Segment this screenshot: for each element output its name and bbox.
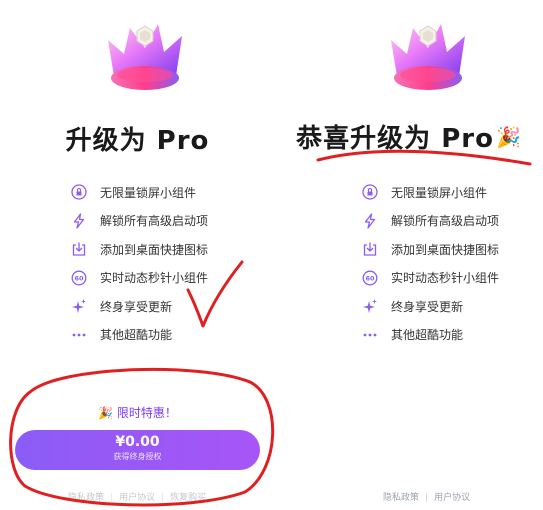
feature-label: 终身享受更新 <box>391 299 464 314</box>
svg-text:60: 60 <box>365 274 375 282</box>
divider: | <box>110 493 114 503</box>
feature-label: 无限量锁屏小组件 <box>100 185 197 200</box>
list-item: 添加到桌面快捷图标 <box>70 235 208 264</box>
list-item: 其他超酷功能 <box>70 321 208 350</box>
feature-label: 添加到桌面快捷图标 <box>100 242 209 257</box>
sparkle-icon <box>70 297 88 315</box>
feature-label: 其他超酷功能 <box>391 328 464 343</box>
restore-purchase-link[interactable]: 恢复购买 <box>170 493 206 503</box>
list-item: 终身享受更新 <box>361 292 499 321</box>
feature-label: 其他超酷功能 <box>100 328 173 343</box>
feature-label: 无限量锁屏小组件 <box>391 185 488 200</box>
feature-label: 解锁所有高级启动项 <box>100 214 209 229</box>
pro-success-panel: 恭喜升级为 Pro 🎉 无限量锁屏小组件 解锁所有高级启动项 添加到桌面快捷图标 … <box>275 0 543 510</box>
list-item: 60 实时动态秒针小组件 <box>361 264 499 293</box>
list-item: 60 实时动态秒针小组件 <box>70 264 208 293</box>
purchase-button[interactable]: ¥0.00 获得终身授权 <box>15 430 260 470</box>
feature-label: 实时动态秒针小组件 <box>391 271 500 286</box>
more-dots-icon <box>70 326 88 344</box>
list-item: 添加到桌面快捷图标 <box>361 235 499 264</box>
crown-icon <box>108 24 182 90</box>
lightning-icon <box>70 212 88 230</box>
user-agreement-link[interactable]: 用户协议 <box>119 493 155 503</box>
party-popper-icon: 🎉 <box>495 125 522 149</box>
feature-label: 添加到桌面快捷图标 <box>391 242 500 257</box>
divider: | <box>425 493 429 503</box>
privacy-policy-link[interactable]: 隐私政策 <box>383 493 419 503</box>
feature-label: 解锁所有高级启动项 <box>391 214 500 229</box>
list-item: 无限量锁屏小组件 <box>361 178 499 207</box>
footer-links: 隐私政策 | 用户协议 | 恢复购买 <box>68 490 206 503</box>
sparkle-icon <box>361 297 379 315</box>
title-text: 恭喜升级为 Pro <box>296 124 494 154</box>
divider: | <box>161 493 165 503</box>
download-icon <box>70 240 88 258</box>
privacy-policy-link[interactable]: 隐私政策 <box>68 493 104 503</box>
lock-icon <box>70 183 88 201</box>
feature-label: 实时动态秒针小组件 <box>100 271 209 286</box>
more-dots-icon <box>361 326 379 344</box>
timer-60-icon: 60 <box>361 269 379 287</box>
page-title: 恭喜升级为 Pro 🎉 <box>275 118 543 155</box>
upgrade-panel: 升级为 Pro 无限量锁屏小组件 解锁所有高级启动项 添加到桌面快捷图标 60 … <box>0 0 275 510</box>
price-subtitle: 获得终身授权 <box>113 452 162 461</box>
download-icon <box>361 240 379 258</box>
page-title: 升级为 Pro <box>65 126 210 156</box>
feature-list: 无限量锁屏小组件 解锁所有高级启动项 添加到桌面快捷图标 60 实时动态秒针小组… <box>361 178 499 349</box>
list-item: 解锁所有高级启动项 <box>70 207 208 236</box>
list-item: 终身享受更新 <box>70 292 208 321</box>
svg-text:60: 60 <box>74 274 84 282</box>
feature-list: 无限量锁屏小组件 解锁所有高级启动项 添加到桌面快捷图标 60 实时动态秒针小组… <box>70 178 208 349</box>
price-label: ¥0.00 <box>115 434 160 450</box>
timer-60-icon: 60 <box>70 269 88 287</box>
footer-links: 隐私政策 | 用户协议 <box>383 490 470 503</box>
promo-label: 🎉 限时特惠！ <box>98 406 177 420</box>
list-item: 解锁所有高级启动项 <box>361 207 499 236</box>
lightning-icon <box>361 212 379 230</box>
user-agreement-link[interactable]: 用户协议 <box>434 493 470 503</box>
crown-icon <box>391 24 465 90</box>
list-item: 其他超酷功能 <box>361 321 499 350</box>
feature-label: 终身享受更新 <box>100 299 173 314</box>
list-item: 无限量锁屏小组件 <box>70 178 208 207</box>
lock-icon <box>361 183 379 201</box>
